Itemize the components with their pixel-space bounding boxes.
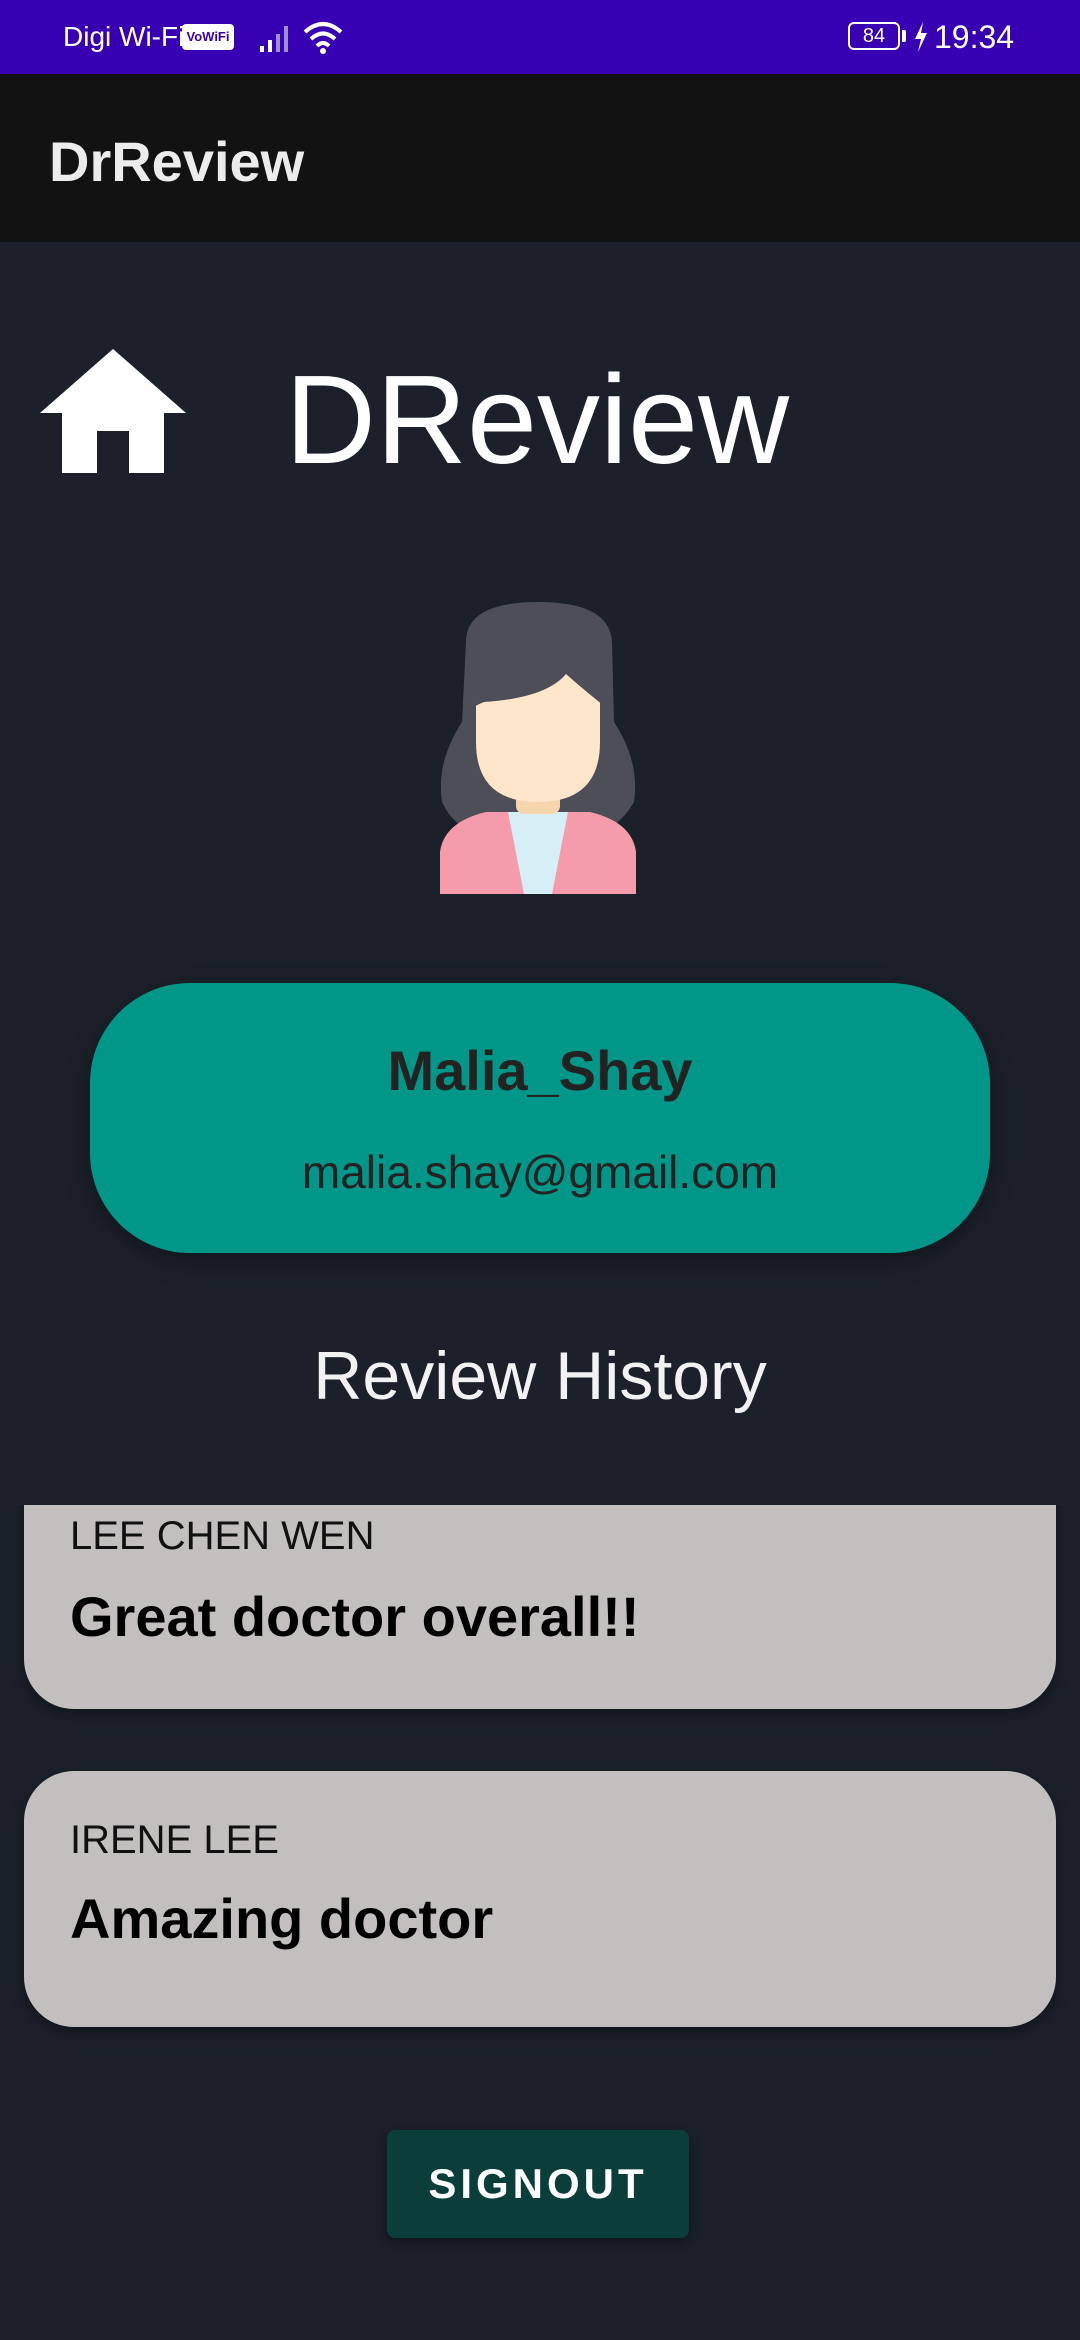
review-history-title: Review History <box>313 1338 767 1414</box>
review-comment: Amazing doctor <box>70 1887 494 1950</box>
carrier-name: Digi Wi-Fi <box>63 21 185 52</box>
review-card[interactable]: IRENE LEE Amazing doctor <box>24 1771 1056 2027</box>
review-doctor-name: LEE CHEN WEN <box>70 1514 375 1558</box>
signout-button[interactable]: SIGNOUT <box>387 2130 689 2238</box>
home-icon[interactable] <box>40 347 186 473</box>
battery-level: 84 <box>862 25 886 47</box>
brand-title: DReview <box>285 349 790 490</box>
review-list[interactable]: LEE CHEN WEN Great doctor overall!! IREN… <box>0 1505 1080 2065</box>
status-bar: Digi Wi-Fi VoWiFi 84 19:34 <box>0 0 1080 74</box>
clock: 19:34 <box>934 19 1015 55</box>
charging-bolt-icon <box>915 22 927 52</box>
username: Malia_Shay <box>387 1039 693 1102</box>
review-comment: Great doctor overall!! <box>70 1585 640 1648</box>
review-card[interactable]: LEE CHEN WEN Great doctor overall!! <box>24 1505 1056 1709</box>
review-doctor-name: IRENE LEE <box>70 1818 279 1862</box>
app-bar: DrReview <box>0 74 1080 242</box>
cellular-signal-icon <box>260 26 288 52</box>
battery-icon: 84 <box>848 22 900 50</box>
app-bar-title: DrReview <box>49 130 305 193</box>
user-email: malia.shay@gmail.com <box>301 1146 779 1198</box>
battery-tip <box>902 30 906 42</box>
vowifi-badge: VoWiFi <box>182 24 234 50</box>
wifi-icon <box>303 22 343 54</box>
female-user-avatar-icon <box>440 602 636 894</box>
profile-card: Malia_Shay malia.shay@gmail.com <box>90 983 990 1253</box>
